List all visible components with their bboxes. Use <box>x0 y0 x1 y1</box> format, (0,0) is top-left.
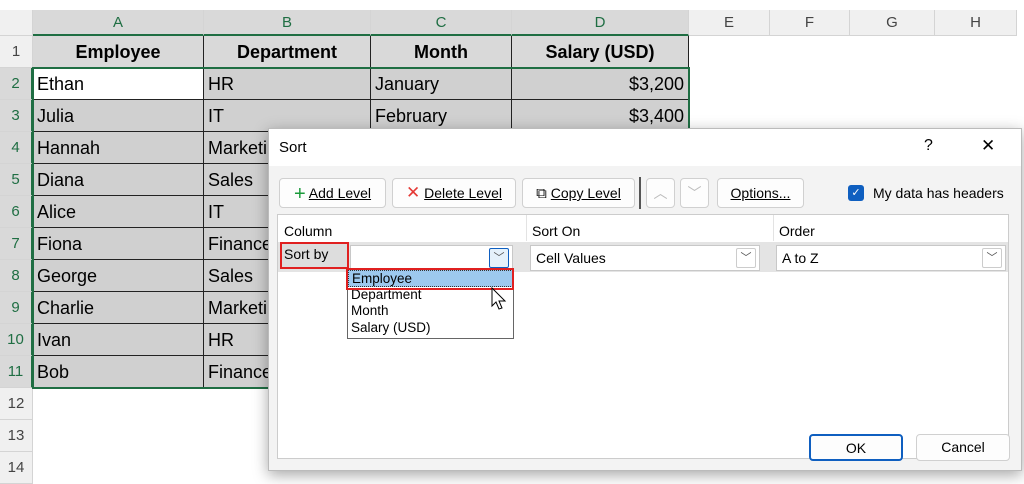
table-cell[interactable]: Alice <box>33 196 204 228</box>
sort-on-combo[interactable]: Cell Values ﹀ <box>530 245 760 271</box>
table-cell[interactable]: Fiona <box>33 228 204 260</box>
chevron-down-icon[interactable]: ﹀ <box>736 248 756 268</box>
row-header-13[interactable]: 13 <box>0 420 33 452</box>
order-combo[interactable]: A to Z ﹀ <box>776 245 1006 271</box>
table-cell[interactable]: Bob <box>33 356 204 388</box>
dialog-title: Sort <box>279 139 307 156</box>
sort-on-value: Cell Values <box>536 250 606 266</box>
table-cell[interactable]: George <box>33 260 204 292</box>
row-header-3[interactable]: 3 <box>0 100 33 132</box>
ok-button[interactable]: OK <box>809 434 903 461</box>
order-header: Order <box>779 223 815 239</box>
row-header-8[interactable]: 8 <box>0 260 33 292</box>
delete-level-button[interactable]: ✕ Delete Level <box>392 178 516 208</box>
row-header-9[interactable]: 9 <box>0 292 33 324</box>
move-down-button[interactable]: ﹀ <box>680 178 709 208</box>
row-header-14[interactable]: 14 <box>0 452 33 484</box>
sort-dialog: Sort ? ✕ + Add Level ✕ Delete Level ⧉ Co… <box>268 128 1022 471</box>
mouse-cursor-icon <box>490 287 508 313</box>
add-level-label: Add Level <box>309 185 371 201</box>
column-header: Column <box>284 223 332 239</box>
chevron-up-icon: ︿ <box>654 185 668 201</box>
chevron-down-icon: ﹀ <box>688 185 702 201</box>
delete-level-label: Delete Level <box>424 185 502 201</box>
add-level-button[interactable]: + Add Level <box>279 178 386 208</box>
row-header-10[interactable]: 10 <box>0 324 33 356</box>
column-header-H[interactable]: H <box>935 10 1017 36</box>
copy-level-label: Copy Level <box>551 185 621 201</box>
highlight-box <box>346 268 514 290</box>
sort-levels-grid: Column Sort On Order Sort by ﹀ Cell Valu… <box>277 214 1009 459</box>
column-header-D[interactable]: D <box>512 10 689 36</box>
toolbar-divider <box>639 177 641 209</box>
row-header-5[interactable]: 5 <box>0 164 33 196</box>
table-cell[interactable]: Ethan <box>33 68 204 100</box>
option-month[interactable]: Month <box>348 303 513 320</box>
headers-checkbox[interactable]: ✓ <box>848 185 864 201</box>
header-cell[interactable]: Salary (USD) <box>512 36 689 68</box>
row-header-7[interactable]: 7 <box>0 228 33 260</box>
row-header-1[interactable]: 1 <box>0 36 33 68</box>
column-header-G[interactable]: G <box>850 10 935 36</box>
plus-icon: + <box>294 183 306 205</box>
check-icon: ✓ <box>851 187 860 199</box>
help-button[interactable]: ? <box>924 137 933 155</box>
column-header-F[interactable]: F <box>770 10 850 36</box>
chevron-down-icon[interactable]: ﹀ <box>489 248 509 268</box>
copy-level-button[interactable]: ⧉ Copy Level <box>522 178 635 208</box>
table-cell[interactable]: Hannah <box>33 132 204 164</box>
headers-checkbox-label: My data has headers <box>873 185 1004 201</box>
table-cell[interactable]: HR <box>204 68 371 100</box>
row-header-12[interactable]: 12 <box>0 388 33 420</box>
column-header-C[interactable]: C <box>371 10 512 36</box>
column-header-A[interactable]: A <box>33 10 204 36</box>
table-cell[interactable]: Ivan <box>33 324 204 356</box>
close-button[interactable]: ✕ <box>981 136 995 156</box>
row-header-11[interactable]: 11 <box>0 356 33 388</box>
chevron-down-icon[interactable]: ﹀ <box>982 248 1002 268</box>
table-cell[interactable]: Diana <box>33 164 204 196</box>
header-cell[interactable]: Department <box>204 36 371 68</box>
table-cell[interactable]: Julia <box>33 100 204 132</box>
options-button[interactable]: Options... <box>717 178 804 208</box>
row-header-4[interactable]: 4 <box>0 132 33 164</box>
x-icon: ✕ <box>406 183 420 202</box>
select-all-corner[interactable] <box>0 10 33 36</box>
move-up-button[interactable]: ︿ <box>646 178 675 208</box>
table-cell[interactable]: $3,200 <box>512 68 689 100</box>
option-salary[interactable]: Salary (USD) <box>348 320 513 337</box>
options-label: Options... <box>731 185 791 201</box>
table-cell[interactable]: January <box>371 68 512 100</box>
row-header-2[interactable]: 2 <box>0 68 33 100</box>
column-header-B[interactable]: B <box>204 10 371 36</box>
header-cell[interactable]: Employee <box>33 36 204 68</box>
header-cell[interactable]: Month <box>371 36 512 68</box>
row-header-6[interactable]: 6 <box>0 196 33 228</box>
cancel-button[interactable]: Cancel <box>916 434 1010 461</box>
column-header-E[interactable]: E <box>689 10 770 36</box>
copy-icon: ⧉ <box>536 185 547 202</box>
table-cell[interactable]: Charlie <box>33 292 204 324</box>
title-bar: Sort ? ✕ <box>269 129 1021 166</box>
sort-by-label: Sort by <box>280 242 349 269</box>
sort-on-header: Sort On <box>532 223 580 239</box>
order-value: A to Z <box>782 250 819 266</box>
